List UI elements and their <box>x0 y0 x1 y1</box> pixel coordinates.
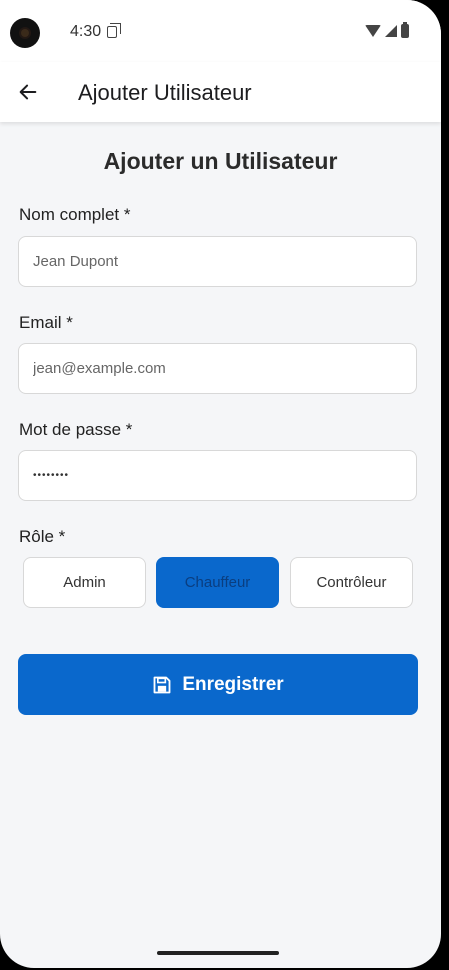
role-option-controleur[interactable]: Contrôleur <box>290 557 413 608</box>
name-input[interactable] <box>18 236 417 287</box>
email-input[interactable] <box>18 343 417 394</box>
status-bar: 4:30 <box>0 0 441 62</box>
role-selector: Admin Chauffeur Contrôleur <box>23 557 413 608</box>
app-bar: Ajouter Utilisateur <box>0 62 441 122</box>
status-time: 4:30 <box>70 23 102 40</box>
role-label: Rôle * <box>19 527 66 546</box>
status-indicators <box>365 22 409 38</box>
app-bar-title: Ajouter Utilisateur <box>78 80 252 105</box>
phone-screen: 4:30 Ajouter Utilisateur Ajouter un Util… <box>0 0 441 968</box>
form-title: Ajouter un Utilisateur <box>103 148 338 174</box>
name-label: Nom complet * <box>19 205 131 224</box>
email-label: Email * <box>19 313 73 332</box>
battery-icon <box>401 22 409 38</box>
back-button[interactable] <box>10 74 46 110</box>
floppy-disk-icon <box>152 675 172 695</box>
front-camera <box>10 18 40 48</box>
password-value: •••••••• <box>33 470 70 481</box>
cell-signal-icon <box>385 25 397 37</box>
save-button-label: Enregistrer <box>182 673 284 695</box>
password-label: Mot de passe * <box>19 420 133 439</box>
save-button[interactable]: Enregistrer <box>18 654 418 715</box>
role-option-chauffeur[interactable]: Chauffeur <box>156 557 279 608</box>
sim-card-icon <box>107 23 121 38</box>
wifi-icon <box>365 25 381 37</box>
home-indicator[interactable] <box>157 951 279 955</box>
arrow-left-icon <box>19 84 37 100</box>
password-input[interactable]: •••••••• <box>18 450 417 501</box>
role-option-admin[interactable]: Admin <box>23 557 146 608</box>
